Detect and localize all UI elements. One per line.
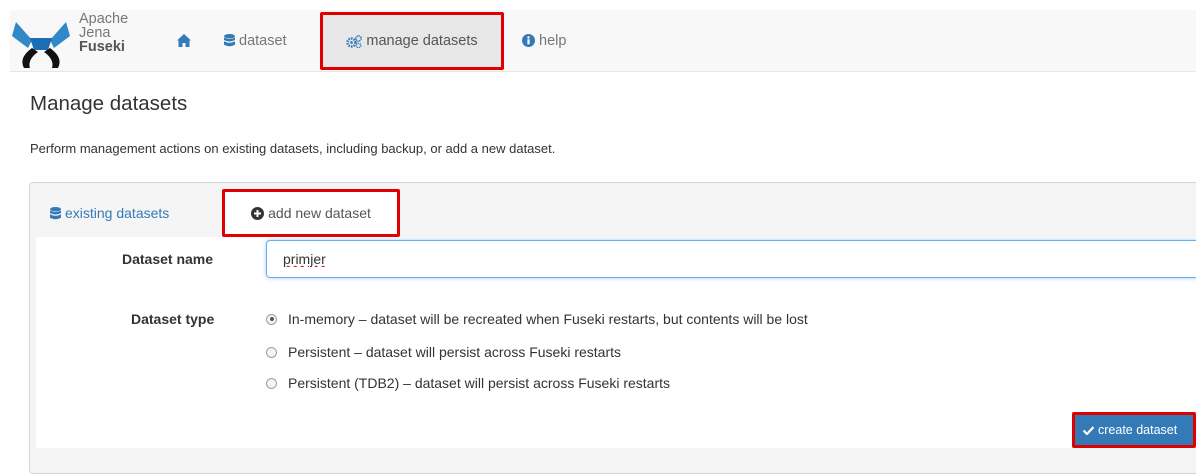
nav-help-link[interactable]: help: [522, 10, 566, 71]
dataset-type-option-persistent-tdb2[interactable]: Persistent (TDB2) – dataset will persist…: [266, 375, 670, 391]
brand[interactable]: Apache Jena Fuseki: [10, 10, 160, 71]
tab-existing-datasets[interactable]: existing datasets: [50, 205, 169, 221]
brand-line-apache: Apache: [79, 11, 129, 27]
plus-circle-icon: [251, 206, 265, 220]
fuseki-logo-icon: [12, 22, 70, 68]
create-dataset-button[interactable]: create dataset: [1072, 412, 1196, 448]
page-description: Perform management actions on existing d…: [30, 141, 556, 156]
nav-manage-datasets-link[interactable]: manage datasets: [320, 12, 504, 70]
brand-text: Apache Jena Fuseki: [79, 11, 129, 55]
brand-line-jena: Jena: [79, 25, 111, 41]
option-in-memory-label: In-memory – dataset will be recreated wh…: [288, 311, 808, 327]
check-icon: [1083, 425, 1094, 435]
dataset-type-option-persistent[interactable]: Persistent – dataset will persist across…: [266, 344, 621, 360]
cogs-icon: [346, 34, 363, 48]
brand-line-fuseki: Fuseki: [79, 39, 125, 55]
database-icon: [50, 206, 61, 220]
nav-home-link[interactable]: [170, 31, 198, 51]
tab-add-new-dataset[interactable]: add new dataset: [222, 189, 400, 237]
dataset-type-option-in-memory[interactable]: In-memory – dataset will be recreated wh…: [266, 311, 808, 327]
create-dataset-label: create dataset: [1098, 423, 1178, 437]
dataset-name-input[interactable]: [266, 240, 1196, 278]
radio-button[interactable]: [266, 346, 277, 358]
radio-button-selected[interactable]: [266, 313, 277, 325]
home-icon: [177, 34, 191, 47]
nav-dataset-label: dataset: [239, 32, 287, 49]
nav-manage-datasets-label: manage datasets: [366, 33, 478, 49]
radio-button[interactable]: [266, 377, 277, 389]
nav-dataset-link[interactable]: dataset: [224, 10, 287, 71]
option-persistent-tdb2-label: Persistent (TDB2) – dataset will persist…: [288, 375, 671, 391]
option-persistent-label: Persistent – dataset will persist across…: [288, 344, 622, 360]
navbar: Apache Jena Fuseki dataset manage datase…: [10, 10, 1196, 72]
tab-add-new-dataset-label: add new dataset: [268, 205, 371, 221]
dataset-name-label: Dataset name: [122, 251, 214, 267]
nav-help-label: help: [539, 32, 567, 49]
tab-existing-datasets-label: existing datasets: [65, 205, 170, 221]
database-icon: [224, 34, 235, 47]
page-title: Manage datasets: [30, 92, 188, 115]
info-circle-icon: [522, 34, 535, 47]
dataset-type-label: Dataset type: [131, 311, 215, 327]
